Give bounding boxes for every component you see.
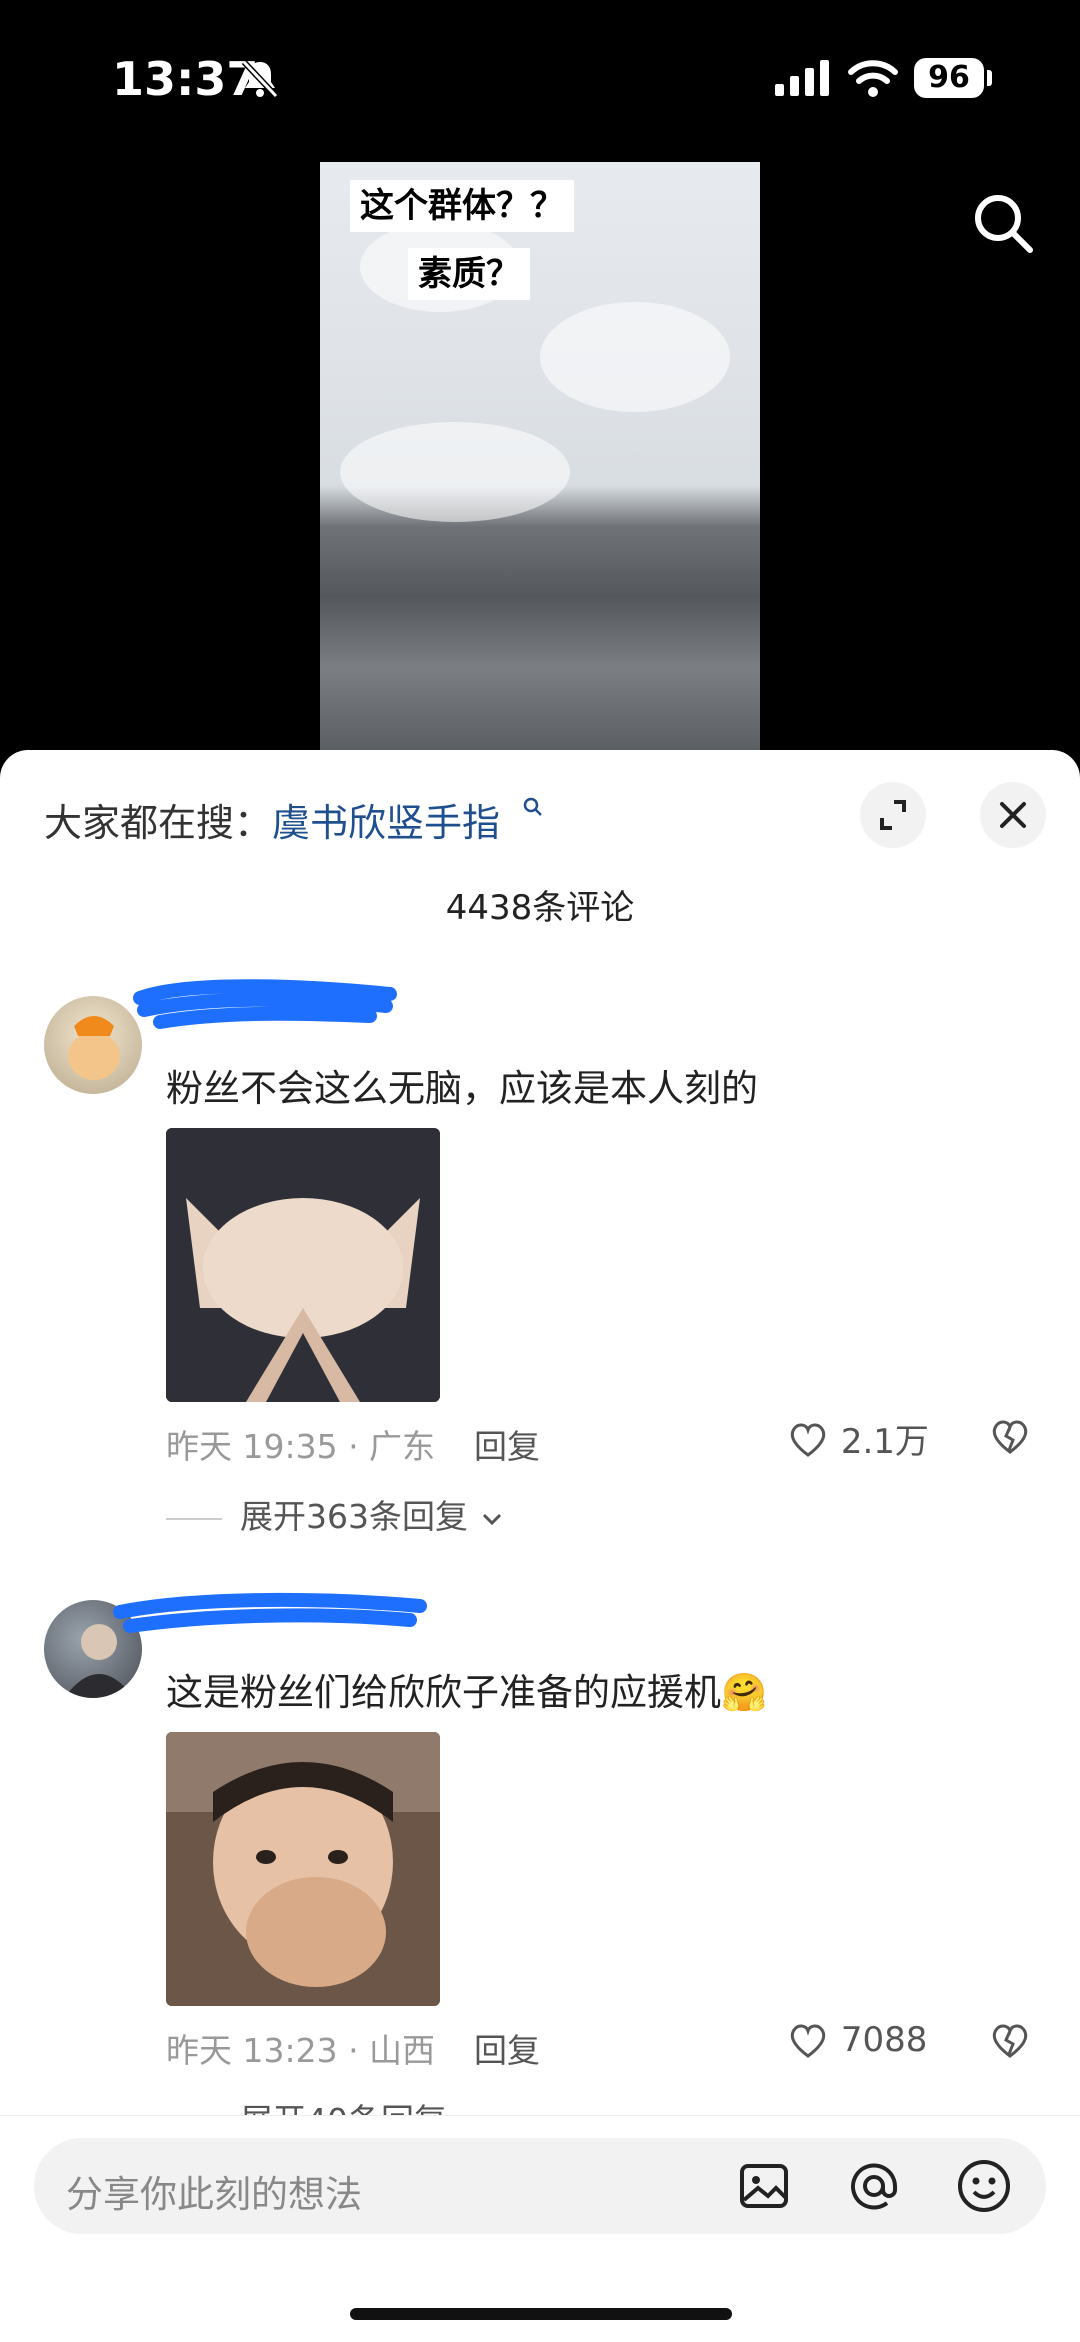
redacted-username: [113, 1592, 427, 1633]
cloud-shape: [540, 302, 730, 412]
reply-button[interactable]: 回复: [474, 2024, 540, 2072]
expand-button[interactable]: [860, 782, 926, 848]
battery-nub: [987, 70, 992, 86]
like-button[interactable]: 7088: [786, 2018, 927, 2062]
comments-sheet: 大家都在搜：虞书欣竖手指 4438条评论 粉丝不会这么无脑，应该是本人刻的 昨天…: [0, 750, 1080, 2341]
video-caption-2: 素质？: [408, 248, 530, 300]
video-caption-1: 这个群体？？: [350, 180, 574, 232]
like-count: 7088: [840, 2020, 928, 2060]
hot-search-term[interactable]: 虞书欣竖手指: [272, 801, 500, 845]
signal-icon: [775, 60, 829, 96]
comment-input-placeholder: 分享你此刻的想法: [66, 2173, 362, 2216]
expand-replies-label: 展开363条回复: [240, 1497, 468, 1536]
comment-input-bar: 分享你此刻的想法: [0, 2115, 1080, 2342]
bell-muted-icon: [241, 59, 279, 99]
person-face-image: [166, 1732, 440, 2006]
dislike-heart-icon[interactable]: [988, 2018, 1032, 2062]
status-bar: 13:37 96: [0, 0, 1080, 150]
expand-replies[interactable]: 展开363条回复: [166, 1490, 505, 1538]
cloud-shape: [340, 422, 570, 522]
home-indicator[interactable]: [350, 2308, 732, 2320]
comment-text: 粉丝不会这么无脑，应该是本人刻的: [166, 1067, 758, 1110]
comment-text: 这是粉丝们给欣欣子准备的应援机🤗: [166, 1671, 768, 1714]
heart-icon: [790, 2024, 826, 2058]
expand-icon: [880, 800, 906, 830]
comment-count: 4438条评论: [445, 888, 635, 928]
hot-search-prefix: 大家都在搜：: [44, 801, 273, 845]
image-icon[interactable]: [732, 2154, 796, 2218]
chevron-down-icon: [482, 1513, 501, 1525]
close-button[interactable]: [980, 782, 1046, 848]
comment-input[interactable]: 分享你此刻的想法: [34, 2138, 1046, 2234]
cat-avatar-icon: [68, 1016, 120, 1080]
avatar[interactable]: [44, 996, 142, 1094]
heart-icon: [790, 1423, 826, 1457]
at-icon[interactable]: [842, 2154, 906, 2218]
redacted-username: [133, 979, 397, 1029]
wifi-icon: [848, 60, 898, 97]
emoji-icon[interactable]: [952, 2154, 1016, 2218]
hot-search[interactable]: 大家都在搜：虞书欣竖手指: [44, 792, 500, 847]
like-count: 2.1万: [840, 1422, 929, 1462]
like-button[interactable]: 2.1万: [786, 1414, 929, 1463]
status-time: 13:37: [112, 52, 259, 106]
battery-icon: 96: [914, 58, 984, 98]
comment-meta: 昨天 13:23 · 山西: [166, 2031, 436, 2070]
magnifier-icon: [523, 797, 542, 816]
dislike-heart-icon[interactable]: [988, 1414, 1032, 1458]
comment-image[interactable]: [166, 1732, 440, 2006]
close-icon: [1000, 802, 1026, 828]
divider-line: [166, 1517, 222, 1520]
comment-image[interactable]: [166, 1128, 440, 1402]
comment-meta: 昨天 19:35 · 广东: [166, 1427, 436, 1466]
cat-face-image: [166, 1128, 440, 1402]
search-icon[interactable]: [970, 190, 1036, 256]
reply-button[interactable]: 回复: [474, 1420, 540, 1468]
video-frame[interactable]: 这个群体？？ 素质？: [320, 162, 760, 750]
